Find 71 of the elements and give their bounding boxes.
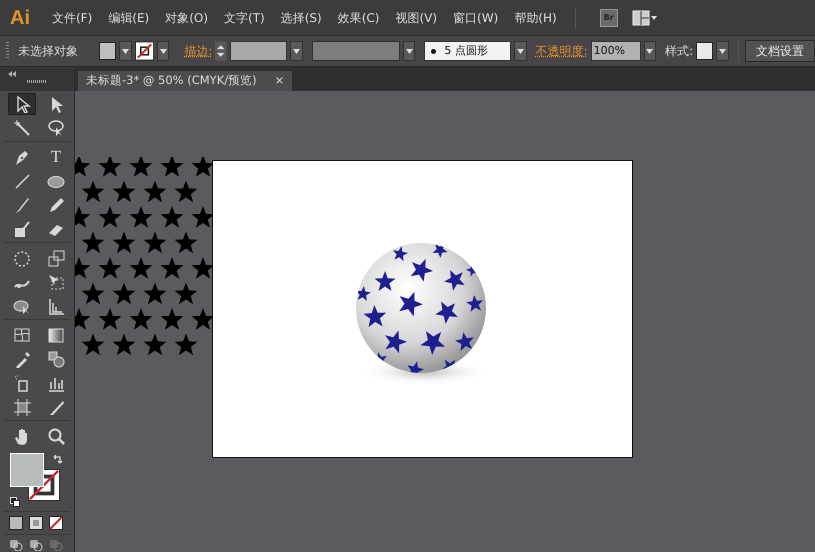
scale-tool-icon[interactable]: [47, 249, 65, 267]
pen-tool-icon[interactable]: [13, 148, 31, 166]
menu-item[interactable]: 效果(C): [330, 8, 388, 26]
close-tab-button[interactable]: ×: [274, 72, 284, 90]
grip-icon: [27, 80, 47, 83]
stroke-swatch[interactable]: [134, 41, 154, 61]
dropdown-button[interactable]: [514, 41, 527, 61]
draw-normal-icon[interactable]: [9, 539, 23, 551]
caret-icon: [406, 48, 413, 54]
lasso-tool-icon[interactable]: [47, 119, 65, 137]
dropdown-button[interactable]: [716, 41, 729, 61]
default-colors-icon[interactable]: [10, 497, 20, 507]
opacity-link[interactable]: 不透明度:: [536, 42, 588, 60]
draw-behind-icon[interactable]: [29, 539, 43, 551]
fill-color-swatch[interactable]: [10, 453, 44, 487]
variable-width-field[interactable]: [312, 41, 400, 61]
menu-item[interactable]: 窗口(W): [445, 8, 506, 26]
zoom-tool-icon[interactable]: [47, 427, 65, 445]
dropdown-button[interactable]: [402, 41, 416, 61]
caret-icon: [293, 48, 300, 54]
dot-icon: [431, 48, 436, 54]
stroke-weight-field[interactable]: [230, 41, 288, 61]
pencil-tool-icon[interactable]: [47, 196, 65, 214]
style-swatch[interactable]: [696, 42, 714, 60]
color-mode-button[interactable]: [9, 516, 23, 530]
caret-icon: [646, 48, 654, 54]
menu-item[interactable]: 视图(V): [387, 8, 446, 26]
app-logo: Ai: [10, 6, 30, 30]
collapse-icon[interactable]: [8, 71, 16, 77]
wand-tool-icon[interactable]: [13, 119, 31, 137]
document-title: 未标题-3* @ 50% (CMYK/预览): [86, 72, 257, 90]
brush-name: 5 点圆形: [444, 42, 488, 59]
line-tool-icon[interactable]: [13, 172, 31, 190]
stroke-link[interactable]: 描边:: [184, 42, 212, 60]
menu-item[interactable]: 编辑(E): [100, 8, 158, 26]
workspace-layout-icon[interactable]: [632, 10, 658, 26]
blend-tool-icon[interactable]: [47, 350, 65, 368]
dropdown-button[interactable]: [290, 41, 303, 61]
caret-icon: [516, 48, 524, 54]
gradient-tool-icon[interactable]: [47, 326, 65, 344]
none-mode-button[interactable]: [49, 516, 63, 530]
brush-field[interactable]: 5 点圆形: [424, 41, 512, 61]
menu-item[interactable]: 对象(O): [157, 8, 216, 26]
opacity-field[interactable]: 100%: [590, 41, 641, 61]
dropdown-button[interactable]: [644, 41, 656, 61]
sprayer-tool-icon[interactable]: [13, 374, 31, 392]
menu-item[interactable]: 选择(S): [272, 8, 330, 26]
caret-icon: [719, 48, 726, 54]
caret-icon: [122, 48, 129, 54]
type-tool-icon[interactable]: T: [50, 148, 62, 166]
fill-swatch[interactable]: [98, 42, 116, 60]
menu-item[interactable]: 文件(F): [44, 8, 100, 26]
dropdown-button[interactable]: [156, 41, 170, 61]
perspective-tool-icon[interactable]: [47, 297, 65, 315]
rotate-tool-icon[interactable]: [13, 249, 31, 267]
selection-status: 未选择对象: [18, 43, 78, 60]
select-tool-button[interactable]: [8, 93, 36, 115]
brush-tool-icon[interactable]: [13, 196, 31, 214]
blob-tool-icon[interactable]: [13, 220, 31, 238]
document-tab[interactable]: 未标题-3* @ 50% (CMYK/预览) ×: [78, 71, 292, 91]
style-label: 样式:: [665, 43, 694, 60]
gradient-mode-button[interactable]: [29, 516, 43, 530]
dropdown-button[interactable]: [119, 41, 132, 61]
mesh-tool-icon[interactable]: [13, 326, 31, 344]
stepper-icon[interactable]: [215, 41, 227, 61]
artboard-tool-icon[interactable]: [13, 398, 31, 416]
document-setup-button[interactable]: 文档设置: [744, 40, 815, 62]
transform-tool-icon[interactable]: [47, 273, 65, 291]
menu-item[interactable]: 帮助(H): [506, 8, 565, 26]
menu-item[interactable]: 文字(T): [216, 8, 273, 26]
caret-icon: [160, 48, 167, 54]
